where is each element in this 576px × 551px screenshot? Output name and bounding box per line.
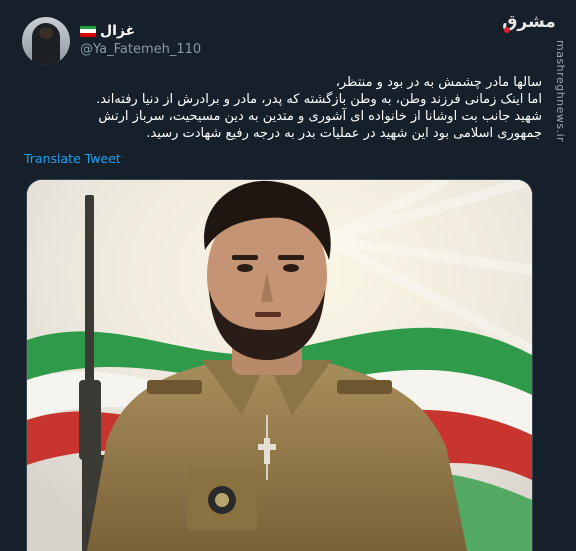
shoulder-strap-left bbox=[147, 380, 202, 394]
left-eye bbox=[237, 264, 253, 272]
right-eye bbox=[283, 264, 299, 272]
tweet-text-line: شهید جانب بت اوشانا از خانواده ای آشوری … bbox=[98, 109, 542, 124]
avatar-face bbox=[39, 27, 53, 39]
cross-horizontal bbox=[258, 444, 276, 450]
tweet-image[interactable] bbox=[26, 179, 533, 551]
news-logo: مشرق bbox=[500, 12, 558, 33]
right-eyebrow bbox=[278, 255, 304, 260]
mouth bbox=[255, 312, 281, 317]
tweet-text-line: اما اینک زمانی فرزند وطن، به وطن بازگشته… bbox=[96, 92, 542, 107]
profile-avatar[interactable] bbox=[22, 17, 70, 65]
iran-flag-icon bbox=[80, 25, 96, 37]
translate-tweet-link[interactable]: Translate Tweet bbox=[24, 151, 121, 166]
tweet-body: سالها مادر چشمش به در بود و منتظر، اما ا… bbox=[20, 74, 542, 142]
author-name-row[interactable]: غزال bbox=[80, 21, 135, 41]
author-display-name[interactable]: غزال bbox=[100, 23, 135, 39]
site-watermark: mashreghnews.ir bbox=[554, 40, 567, 143]
shoulder-strap-right bbox=[337, 380, 392, 394]
tweet-card: غزال @Ya_Fatemeh_110 مشرق mashreghnews.i… bbox=[0, 0, 576, 551]
martyr-portrait-illustration bbox=[27, 180, 532, 551]
cross-vertical bbox=[264, 438, 270, 464]
author-handle[interactable]: @Ya_Fatemeh_110 bbox=[80, 42, 201, 57]
tweet-text-line: سالها مادر چشمش به در بود و منتظر، bbox=[335, 75, 542, 90]
left-eyebrow bbox=[232, 255, 258, 260]
tweet-text-line: جمهوری اسلامی بود این شهید در عملیات بدر… bbox=[146, 126, 542, 141]
